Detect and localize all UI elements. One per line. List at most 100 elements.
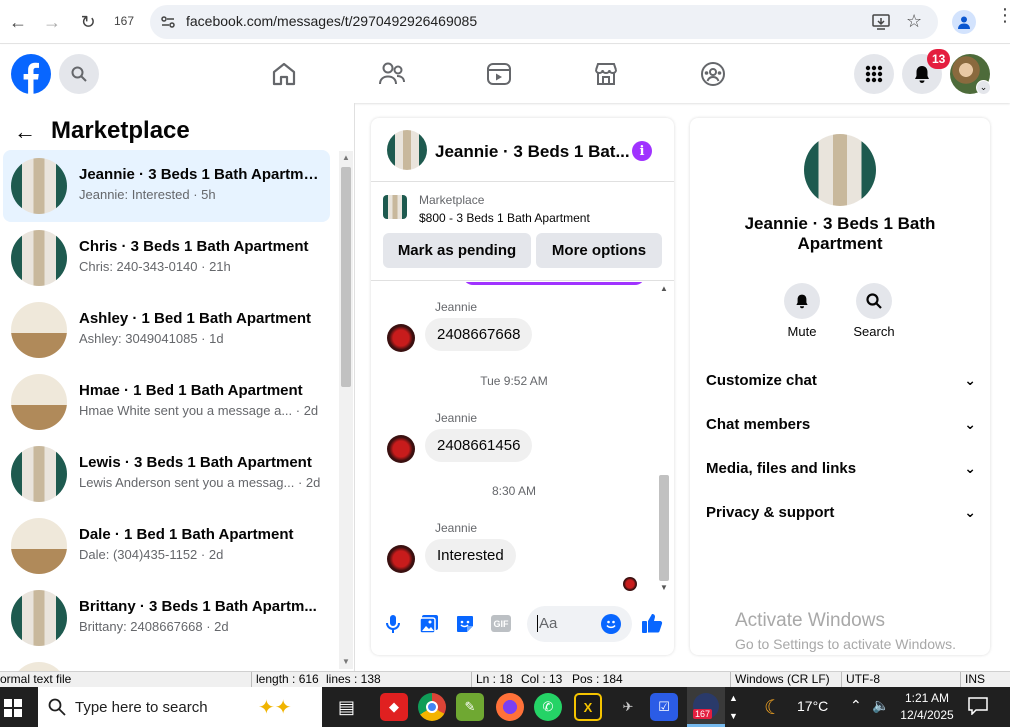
scroll-down-arrow-icon[interactable]: ▼ bbox=[342, 657, 350, 666]
app-icon[interactable]: ✈ bbox=[614, 693, 642, 721]
tab-count[interactable]: 167 bbox=[114, 14, 134, 28]
scroll-up-arrow-icon[interactable]: ▲ bbox=[342, 153, 350, 162]
gif-icon[interactable]: GIF bbox=[491, 615, 511, 632]
scroll-down-arrow-icon[interactable]: ▼ bbox=[660, 583, 668, 592]
message-bubble[interactable]: 2408661456 bbox=[425, 429, 533, 462]
outgoing-message-bubble[interactable] bbox=[463, 282, 645, 285]
anydesk-icon[interactable]: ◆ bbox=[380, 693, 408, 721]
message-bubble[interactable]: 2408667668 bbox=[425, 318, 533, 351]
profile-icon[interactable] bbox=[952, 10, 976, 34]
conversation-item[interactable]: Chris · 3 Beds 1 Bath Apartment Chris: 2… bbox=[3, 222, 330, 294]
taskbar-scroll-icon[interactable]: ▲ ▼ bbox=[729, 689, 738, 725]
weather-temperature[interactable]: 17°C bbox=[797, 698, 828, 714]
details-name: Jeannie · 3 Beds 1 Bath Apartment bbox=[744, 214, 936, 253]
message-bubble[interactable]: Interested bbox=[425, 539, 516, 572]
shield-icon[interactable]: ☑ bbox=[650, 693, 678, 721]
encoding-label: UTF-8 bbox=[841, 672, 880, 688]
app-icon[interactable]: X bbox=[574, 693, 602, 721]
length-label: length : 616 bbox=[251, 672, 319, 688]
firefox-icon[interactable] bbox=[496, 693, 524, 721]
mark-as-pending-button[interactable]: Mark as pending bbox=[383, 233, 531, 268]
notification-center-icon[interactable] bbox=[968, 697, 988, 720]
conversation-item[interactable]: Lewis · 3 Beds 1 Bath Apartment Lewis An… bbox=[3, 438, 330, 510]
weather-moon-icon[interactable]: ☾ bbox=[764, 695, 782, 720]
thumbs-up-icon[interactable] bbox=[641, 612, 663, 639]
conversation-item[interactable]: Hmae · 1 Bed 1 Bath Apartment Hmae White… bbox=[3, 366, 330, 438]
activate-windows-subtext: Go to Settings to activate Windows. bbox=[735, 636, 956, 652]
microphone-icon[interactable] bbox=[385, 614, 401, 639]
conversation-item[interactable] bbox=[3, 654, 330, 671]
reload-icon[interactable]: ↻ bbox=[74, 8, 102, 36]
back-arrow-icon[interactable]: ← bbox=[14, 119, 36, 145]
marketplace-icon[interactable] bbox=[593, 59, 623, 89]
message-timestamp: Tue 9:52 AM bbox=[480, 374, 548, 388]
video-icon[interactable] bbox=[486, 59, 516, 89]
volume-icon[interactable]: 🔈 bbox=[872, 697, 889, 714]
home-icon[interactable] bbox=[271, 59, 301, 89]
conversation-scrollbar[interactable]: ▲ ▼ bbox=[339, 151, 353, 669]
chat-members-row[interactable]: Chat members ⌄ bbox=[706, 409, 976, 439]
search-conversation-icon[interactable] bbox=[856, 283, 892, 319]
media-files-links-row[interactable]: Media, files and links ⌄ bbox=[706, 453, 976, 483]
site-info-icon[interactable] bbox=[160, 14, 176, 30]
taskbar-search-placeholder[interactable]: Type here to search bbox=[75, 699, 208, 716]
details-avatar[interactable] bbox=[804, 134, 876, 206]
bookmark-star-icon[interactable]: ☆ bbox=[906, 11, 922, 32]
facebook-header: 13 ⌄ bbox=[0, 45, 1010, 103]
browser-taskbar-button[interactable]: 167 bbox=[687, 687, 725, 727]
chat-avatar[interactable] bbox=[387, 130, 427, 170]
groups-icon[interactable] bbox=[700, 59, 730, 89]
menu-grid-icon[interactable] bbox=[854, 54, 894, 94]
search-icon[interactable] bbox=[59, 54, 99, 94]
browser-menu-icon[interactable]: ⋮ bbox=[996, 6, 1010, 24]
privacy-support-row[interactable]: Privacy & support ⌄ bbox=[706, 497, 976, 527]
chrome-icon[interactable] bbox=[418, 693, 446, 721]
conversation-item[interactable]: Ashley · 1 Bed 1 Bath Apartment Ashley: … bbox=[3, 294, 330, 366]
photo-icon[interactable] bbox=[419, 614, 439, 639]
emoji-icon[interactable] bbox=[601, 614, 621, 634]
install-app-icon[interactable] bbox=[872, 13, 890, 31]
thread-scrollbar[interactable]: ▲ ▼ bbox=[657, 282, 671, 596]
scroll-up-arrow-icon[interactable]: ▲ bbox=[660, 284, 668, 293]
clock[interactable]: 1:21 AM 12/4/2025 bbox=[897, 690, 957, 724]
info-icon[interactable]: i bbox=[632, 141, 652, 161]
mute-bell-icon[interactable] bbox=[784, 283, 820, 319]
more-options-button[interactable]: More options bbox=[536, 233, 662, 268]
notepad-plus-icon[interactable]: ✎ bbox=[456, 693, 484, 721]
forward-icon[interactable]: → bbox=[38, 8, 66, 36]
account-chevron-down-icon[interactable]: ⌄ bbox=[976, 80, 991, 95]
scrollbar-thumb[interactable] bbox=[341, 167, 351, 387]
listing-thumbnail[interactable] bbox=[383, 195, 407, 219]
listing-avatar bbox=[11, 230, 67, 286]
conversation-item[interactable]: Dale · 1 Bed 1 Bath Apartment Dale: (304… bbox=[3, 510, 330, 582]
sticker-icon[interactable] bbox=[455, 614, 475, 639]
chevron-down-icon: ⌄ bbox=[964, 503, 976, 520]
sender-avatar[interactable] bbox=[387, 324, 415, 352]
search-label[interactable]: Search bbox=[844, 324, 904, 339]
taskbar-search-box[interactable]: Type here to search ✦✦ bbox=[38, 687, 322, 727]
file-type-label: ormal text file bbox=[0, 672, 72, 686]
task-view-icon[interactable]: ▤ bbox=[338, 697, 355, 718]
address-bar[interactable]: facebook.com/messages/t/2970492926469085… bbox=[150, 5, 938, 39]
facebook-logo-icon[interactable] bbox=[11, 54, 51, 94]
windows-start-icon[interactable] bbox=[4, 699, 22, 722]
whatsapp-icon[interactable]: ✆ bbox=[534, 693, 562, 721]
show-hidden-icons-chevron-icon[interactable]: ⌃ bbox=[850, 697, 862, 714]
listing-title[interactable]: $800 - 3 Beds 1 Bath Apartment bbox=[419, 211, 590, 225]
section-label: Privacy & support bbox=[706, 503, 835, 521]
search-highlight-sparkle-icon[interactable]: ✦✦ bbox=[258, 695, 292, 720]
sender-avatar[interactable] bbox=[387, 435, 415, 463]
url-text[interactable]: facebook.com/messages/t/2970492926469085 bbox=[186, 13, 477, 29]
message-input-placeholder[interactable]: Aa bbox=[537, 615, 557, 632]
chat-title[interactable]: Jeannie · 3 Beds 1 Bat... bbox=[435, 142, 630, 162]
message-input[interactable]: Aa bbox=[527, 606, 632, 642]
customize-chat-row[interactable]: Customize chat ⌄ bbox=[706, 365, 976, 395]
listing-source: Marketplace bbox=[419, 193, 485, 207]
conversation-item[interactable]: Brittany · 3 Beds 1 Bath Apartm... Britt… bbox=[3, 582, 330, 654]
back-icon[interactable]: ← bbox=[4, 8, 32, 36]
conversation-item[interactable]: Jeannie · 3 Beds 1 Bath Apartme... Jeann… bbox=[3, 150, 330, 222]
thread-scrollbar-thumb[interactable] bbox=[659, 475, 669, 581]
friends-icon[interactable] bbox=[378, 59, 408, 89]
sender-avatar[interactable] bbox=[387, 545, 415, 573]
mute-label[interactable]: Mute bbox=[772, 324, 832, 339]
